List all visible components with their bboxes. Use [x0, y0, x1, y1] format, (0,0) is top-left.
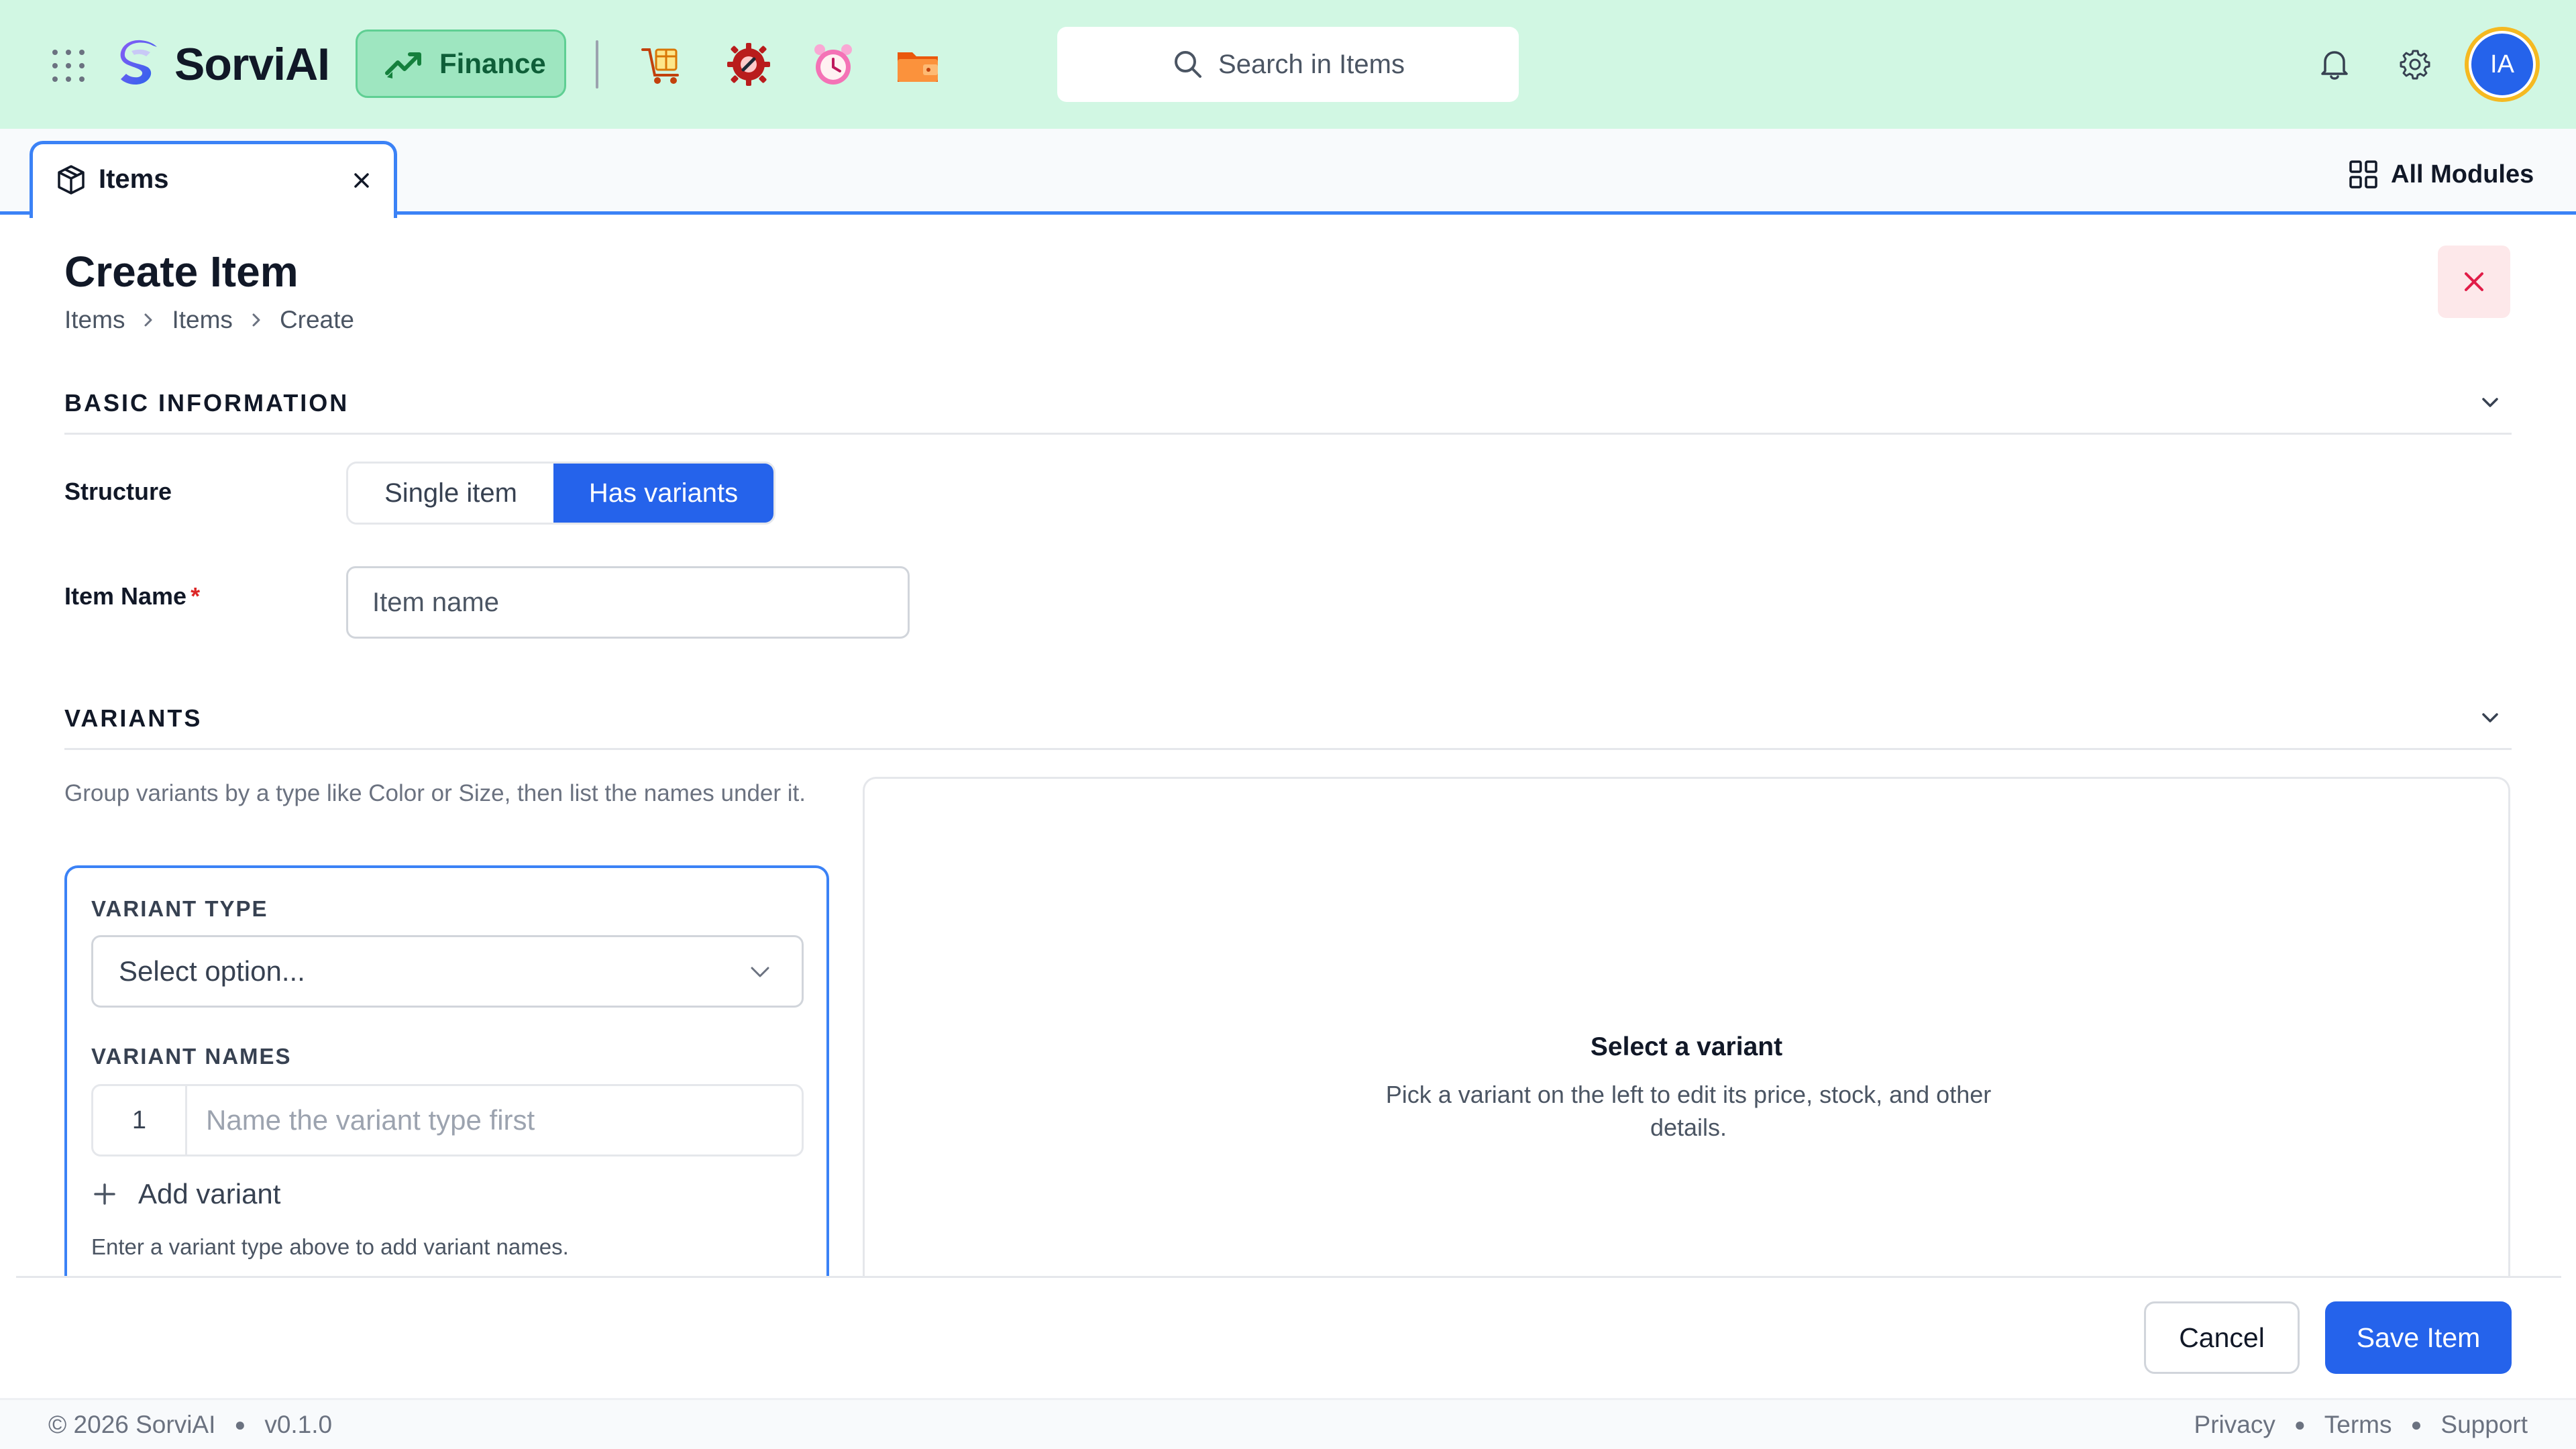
variant-detail-panel: Select a variant Pick a variant on the l…: [863, 777, 2510, 1281]
gear-icon[interactable]: [2395, 44, 2435, 85]
breadcrumb-item-items[interactable]: Items: [64, 306, 125, 334]
item-name-label-text: Item Name: [64, 582, 187, 610]
page-footer: © 2026 SorviAI ● v0.1.0 Privacy ● Terms …: [0, 1398, 2576, 1449]
footer-left: © 2026 SorviAI ● v0.1.0: [48, 1411, 332, 1439]
required-marker: *: [191, 582, 201, 610]
module-label: Finance: [439, 48, 546, 79]
chevron-down-icon[interactable]: [2477, 389, 2504, 416]
structure-option-variants[interactable]: Has variants: [553, 464, 773, 523]
copyright-text: © 2026 SorviAI: [48, 1410, 216, 1438]
item-name-field[interactable]: Item name: [346, 566, 910, 639]
empty-state-title: Select a variant: [1590, 1032, 1783, 1061]
footer-link-terms[interactable]: Terms: [2324, 1411, 2392, 1439]
brand-logo[interactable]: SorviAI: [111, 35, 330, 94]
alarm-clock-icon[interactable]: [809, 40, 857, 89]
header-divider: [596, 40, 598, 89]
breadcrumb-item-current: Create: [279, 306, 354, 333]
add-variant-label: Add variant: [138, 1178, 281, 1210]
variants-helper-text: Group variants by a type like Color or S…: [64, 780, 806, 806]
footer-links: Privacy ● Terms ● Support: [2194, 1411, 2528, 1439]
trending-up-icon: [385, 52, 421, 78]
structure-label: Structure: [64, 478, 172, 505]
variant-row-number: 1: [93, 1086, 187, 1155]
page-title: Create Item: [64, 248, 299, 296]
variant-names-label: VARIANT NAMES: [91, 1044, 292, 1069]
module-switcher-finance[interactable]: Finance: [356, 30, 566, 98]
variant-type-value: Select option...: [119, 955, 305, 987]
footer-separator: ●: [2410, 1413, 2422, 1435]
variant-name-row: 1 Name the variant type first: [91, 1084, 804, 1157]
structure-option-single[interactable]: Single item: [348, 464, 553, 523]
close-page-button[interactable]: [2438, 246, 2510, 318]
chevron-down-icon[interactable]: [2477, 704, 2504, 731]
search-icon: [1175, 51, 1202, 78]
user-avatar[interactable]: IA: [2465, 27, 2540, 102]
variant-group-card: VARIANT TYPE Select option... VARIANT NA…: [64, 865, 829, 1281]
breadcrumb: Items Items Create: [64, 306, 354, 334]
sorviai-logo-icon: [120, 40, 157, 85]
footer-link-support[interactable]: Support: [2440, 1411, 2528, 1439]
avatar-initials: IA: [2469, 31, 2536, 98]
tab-label: Items: [99, 164, 169, 194]
all-modules-button[interactable]: All Modules: [2348, 156, 2534, 193]
tab-strip: Items All Modules: [0, 129, 2576, 218]
version-text: v0.1.0: [264, 1410, 333, 1438]
tab-items[interactable]: Items: [30, 141, 397, 218]
variant-names-hint: Enter a variant type above to add varian…: [91, 1234, 569, 1259]
all-modules-label: All Modules: [2391, 160, 2534, 189]
section-variants[interactable]: VARIANTS: [64, 704, 2512, 750]
wallet-folder-icon[interactable]: [894, 40, 942, 89]
empty-state-description: Pick a variant on the left to edit its p…: [1385, 1081, 1992, 1141]
structure-toggle: Single item Has variants: [346, 462, 775, 525]
bell-icon[interactable]: [2314, 44, 2355, 85]
item-name-label: Item Name *: [64, 582, 200, 610]
close-tab-icon[interactable]: [350, 168, 374, 193]
footer-separator: ●: [2294, 1413, 2306, 1435]
close-icon: [2465, 272, 2483, 291]
top-header: SorviAI Finance Search in Items IA: [0, 0, 2576, 129]
variant-name-input[interactable]: Name the variant type first: [187, 1086, 802, 1155]
breadcrumb-item-items-list[interactable]: Items: [172, 306, 232, 334]
section-title: BASIC INFORMATION: [64, 389, 350, 417]
grid-icon: [2349, 160, 2377, 189]
footer-separator: ●: [234, 1413, 246, 1435]
search-input[interactable]: Search in Items: [1057, 27, 1519, 102]
package-icon: [54, 163, 88, 197]
chevron-right-icon: [144, 313, 152, 327]
app-launcher-icon[interactable]: [52, 50, 85, 82]
cancel-button[interactable]: Cancel: [2144, 1301, 2300, 1374]
brand-name: SorviAI: [174, 39, 330, 90]
footer-link-privacy[interactable]: Privacy: [2194, 1411, 2275, 1439]
save-item-button[interactable]: Save Item: [2325, 1301, 2512, 1374]
variant-type-label: VARIANT TYPE: [91, 896, 268, 921]
settings-gear-icon[interactable]: [724, 40, 773, 89]
section-title: VARIANTS: [64, 704, 203, 732]
chevron-down-icon: [745, 957, 775, 987]
item-name-placeholder: Item name: [372, 587, 499, 617]
add-variant-button[interactable]: Add variant: [91, 1174, 280, 1214]
variant-type-select[interactable]: Select option...: [91, 935, 804, 1008]
plus-icon: [94, 1183, 115, 1205]
chevron-right-icon: [252, 313, 260, 327]
section-basic-information[interactable]: BASIC INFORMATION: [64, 389, 2512, 435]
search-placeholder: Search in Items: [1218, 49, 1405, 79]
shopping-cart-box-icon[interactable]: [639, 40, 687, 89]
